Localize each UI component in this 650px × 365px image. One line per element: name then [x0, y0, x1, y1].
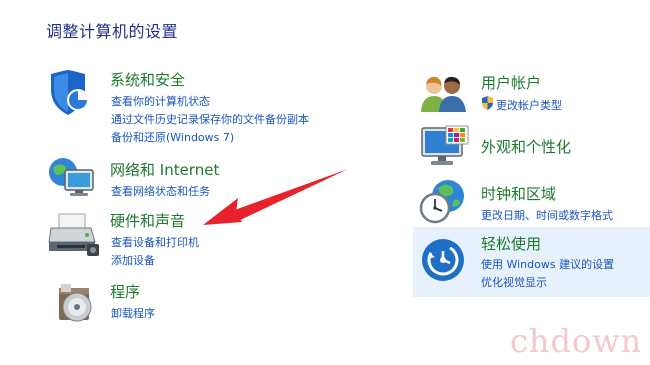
add-device-link[interactable]: 添加设备 — [111, 252, 155, 268]
appearance-link[interactable]: 外观和个性化 — [481, 136, 571, 157]
view-computer-status-link[interactable]: 查看你的计算机状态 — [111, 93, 210, 109]
recommended-settings-link[interactable]: 使用 Windows 建议的设置 — [481, 256, 614, 272]
clock-globe-icon[interactable] — [418, 178, 468, 224]
change-date-time-format-link[interactable]: 更改日期、时间或数字格式 — [481, 207, 613, 223]
view-devices-printers-link[interactable]: 查看设备和打印机 — [111, 234, 199, 250]
users-icon[interactable] — [420, 74, 468, 114]
programs-link[interactable]: 程序 — [110, 281, 140, 302]
watermark: chdown — [510, 322, 643, 360]
user-accounts-link[interactable]: 用户帐户 — [481, 72, 541, 93]
printer-icon[interactable] — [47, 212, 101, 258]
uac-shield-icon — [482, 96, 493, 110]
monitor-palette-icon[interactable] — [420, 124, 470, 168]
programs-disc-icon[interactable] — [55, 282, 97, 324]
uninstall-program-link[interactable]: 卸载程序 — [111, 305, 155, 321]
file-history-link[interactable]: 通过文件历史记录保存你的文件备份副本 — [111, 111, 309, 127]
change-account-type-link[interactable]: 更改帐户类型 — [496, 97, 562, 113]
backup-restore-link[interactable]: 备份和还原(Windows 7) — [111, 129, 234, 145]
page-title: 调整计算机的设置 — [46, 22, 179, 41]
ease-of-access-icon[interactable] — [420, 237, 466, 283]
view-network-status-link[interactable]: 查看网络状态和任务 — [111, 183, 210, 199]
optimize-visual-display-link[interactable]: 优化视觉显示 — [481, 274, 547, 290]
system-security-link[interactable]: 系统和安全 — [110, 69, 185, 90]
shield-icon[interactable] — [48, 70, 92, 116]
ease-of-access-link[interactable]: 轻松使用 — [481, 233, 541, 254]
hardware-sound-link[interactable]: 硬件和声音 — [110, 210, 185, 231]
network-globe-icon[interactable] — [47, 156, 97, 198]
clock-region-link[interactable]: 时钟和区域 — [481, 183, 556, 204]
network-internet-link[interactable]: 网络和 Internet — [110, 159, 219, 180]
